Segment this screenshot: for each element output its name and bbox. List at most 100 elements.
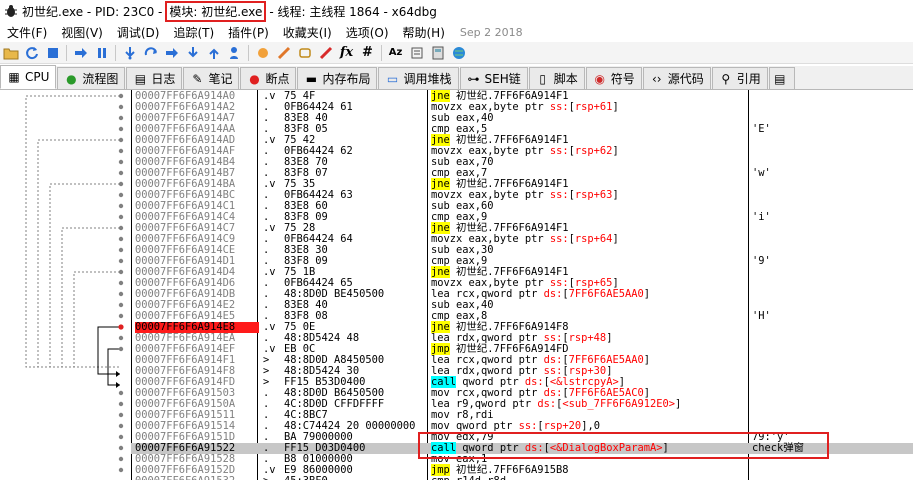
instruction-token: ds:: [524, 442, 544, 454]
title-bar: 初世纪.exe - PID: 23C0 - 模块: 初世纪.exe - 线程: …: [0, 0, 913, 22]
table-row[interactable]: 00007FF6F6A91532 >45:3BF0 cmp r14d,r8d: [131, 476, 913, 480]
tab-notes[interactable]: ✎ 笔记: [183, 67, 240, 89]
menu-debug[interactable]: 调试(D): [110, 24, 167, 41]
globe-icon[interactable]: [448, 43, 469, 63]
menu-file[interactable]: 文件(F): [0, 24, 54, 41]
label-icon[interactable]: [294, 43, 315, 63]
instruction-token: cmp r14d,r8d: [431, 475, 506, 480]
bookmark-icon[interactable]: [315, 43, 336, 63]
table-row[interactable]: 00007FF6F6A914B4. 83E8 70 sub eax,70: [131, 157, 913, 168]
instruction-token: ss:: [549, 145, 569, 157]
disassembly-view[interactable]: 00007FF6F6A914A0 .v 75 4F jne 初世纪.7FF6F6A91…: [0, 90, 913, 480]
instruction-token: <&DialogBoxParamA>: [549, 442, 663, 454]
table-row[interactable]: 00007FF6F6A9152D .v E9 86000000 jmp 初世纪.7FF…: [131, 464, 913, 476]
table-row[interactable]: 00007FF6F6A9150A. 4C:8D0D CFFDFFFF lea r9,…: [131, 399, 913, 410]
table-row[interactable]: 00007FF6F6A914BC. 0FB64424 63 movzx eax,by…: [131, 190, 913, 201]
table-row[interactable]: 00007FF6F6A91514. 48:C74424 20 00000000 mo…: [131, 421, 913, 432]
menu-options[interactable]: 选项(O): [339, 24, 396, 41]
instruction-token: rsp+48: [568, 332, 607, 344]
tab-memory-map[interactable]: ▬ 内存布局: [297, 67, 378, 89]
execute-till-return-icon[interactable]: [203, 43, 224, 63]
more-tabs-icon: ▤: [774, 71, 786, 86]
calculator-icon[interactable]: [427, 43, 448, 63]
instruction-token: ss:: [549, 189, 569, 201]
menu-trace[interactable]: 追踪(T): [166, 24, 221, 41]
tab-breakpoints[interactable]: ● 断点: [240, 67, 297, 89]
table-row[interactable]: 00007FF6F6A914C1. 83E8 60 sub eax,60: [131, 201, 913, 212]
tab-more[interactable]: ▤: [768, 67, 795, 89]
comment-icon[interactable]: [273, 43, 294, 63]
instruction-token: ss:: [549, 233, 569, 245]
bytes-cell: 45:3BF0: [284, 476, 328, 480]
script-icon: ▯: [539, 71, 547, 86]
menu-help[interactable]: 帮助(H): [396, 24, 452, 41]
notes-icon: ✎: [192, 71, 203, 86]
comment-cell: '9': [752, 255, 771, 267]
menu-plugins[interactable]: 插件(P): [221, 24, 276, 41]
tab-log[interactable]: ▤ 日志: [126, 67, 183, 89]
tab-symbols[interactable]: ◉ 符号: [585, 67, 642, 89]
instruction-token: 7FF6F6AE5AA0: [568, 288, 644, 300]
trace-into-icon[interactable]: [161, 43, 182, 63]
references-icon: ⚲: [721, 71, 731, 86]
table-row[interactable]: 00007FF6F6A914A7. 83E8 40 sub eax,40: [131, 113, 913, 124]
comment-cell: 'w': [752, 167, 771, 179]
jump-arrows: [25, 93, 124, 473]
table-row[interactable]: 00007FF6F6A914CE. 83E8 30 sub eax,30: [131, 245, 913, 256]
source-icon: ‹›: [651, 71, 662, 86]
symbols-icon: ◉: [594, 71, 605, 86]
tab-seh[interactable]: ⊶ SEH链: [459, 67, 528, 89]
table-row[interactable]: 00007FF6F6A914DB. 48:8D0D BE450500 lea rcx…: [131, 289, 913, 300]
instruction-token: rsp+62: [574, 145, 613, 157]
instruction-token: ]: [612, 145, 619, 157]
step-over-icon[interactable]: [140, 43, 161, 63]
tab-bar: ▦ CPU ● 流程图 ▤ 日志 ✎ 笔记 ● 断点 ▬ 内存布局 ▭ 调用堆栈 ⊶ SEH链 …: [0, 65, 913, 90]
instruction-token: rsp+63: [574, 189, 613, 201]
scylla-icon[interactable]: [252, 43, 273, 63]
strings-icon[interactable]: [406, 43, 427, 63]
instruction-token: ]: [675, 398, 682, 410]
table-row[interactable]: 00007FF6F6A91522. FF15 D03D0400 call qword…: [131, 442, 913, 454]
instruction-token: ds:: [537, 398, 557, 410]
function-icon[interactable]: fx: [336, 43, 357, 63]
tab-graph[interactable]: ● 流程图: [57, 67, 126, 89]
step-into-icon[interactable]: [119, 43, 140, 63]
instruction-token: ]: [612, 189, 619, 201]
comment-cell: check弹窗: [752, 442, 805, 454]
menu-favourites[interactable]: 收藏夹(I): [276, 24, 339, 41]
instruction-token: ],0: [581, 420, 600, 432]
table-row[interactable]: 00007FF6F6A914E2. 83E8 40 sub eax,40: [131, 300, 913, 311]
build-date: Sep 2 2018: [459, 25, 523, 39]
run-icon[interactable]: [70, 43, 91, 63]
table-row[interactable]: 00007FF6F6A914A2. 0FB64424 61 movzx eax,by…: [131, 102, 913, 113]
table-row[interactable]: 00007FF6F6A914C9. 0FB64424 64 movzx eax,by…: [131, 234, 913, 245]
toolbar: fx # Az: [0, 42, 913, 64]
open-icon[interactable]: [0, 43, 21, 63]
restart-icon[interactable]: [21, 43, 42, 63]
tab-script[interactable]: ▯ 脚本: [528, 67, 585, 89]
pause-icon[interactable]: [91, 43, 112, 63]
menu-view[interactable]: 视图(V): [54, 24, 110, 41]
font-icon[interactable]: Az: [385, 43, 406, 63]
instruction-token: <sub_7FF6F6A912E0>: [562, 398, 676, 410]
table-row[interactable]: 00007FF6F6A914AF. 0FB64424 62 movzx eax,by…: [131, 146, 913, 157]
run-to-user-code-icon[interactable]: [224, 43, 245, 63]
tab-call-stack[interactable]: ▭ 调用堆栈: [378, 67, 459, 89]
call-stack-icon: ▭: [386, 71, 399, 86]
trace-over-icon[interactable]: [182, 43, 203, 63]
breakpoint-icon: ●: [249, 71, 260, 86]
tab-source[interactable]: ‹› 源代码: [642, 67, 711, 89]
tab-references[interactable]: ⚲ 引用: [711, 67, 768, 89]
window-title-suffix: - 线程: 主线程 1864 - x64dbg: [269, 4, 437, 19]
instruction-token: ss:: [518, 420, 538, 432]
instruction-token: ]: [662, 442, 669, 454]
tab-cpu[interactable]: ▦ CPU: [0, 65, 57, 89]
comment-cell: 'i': [752, 211, 771, 223]
bug-icon: [4, 4, 18, 18]
window-title-module: 模块: 初世纪.exe: [165, 0, 267, 22]
hash-icon[interactable]: #: [357, 43, 378, 63]
memory-map-icon: ▬: [305, 71, 318, 86]
comment-cell: 'H': [752, 310, 771, 322]
jump-arrows-column: [0, 90, 131, 480]
stop-icon[interactable]: [42, 43, 63, 63]
